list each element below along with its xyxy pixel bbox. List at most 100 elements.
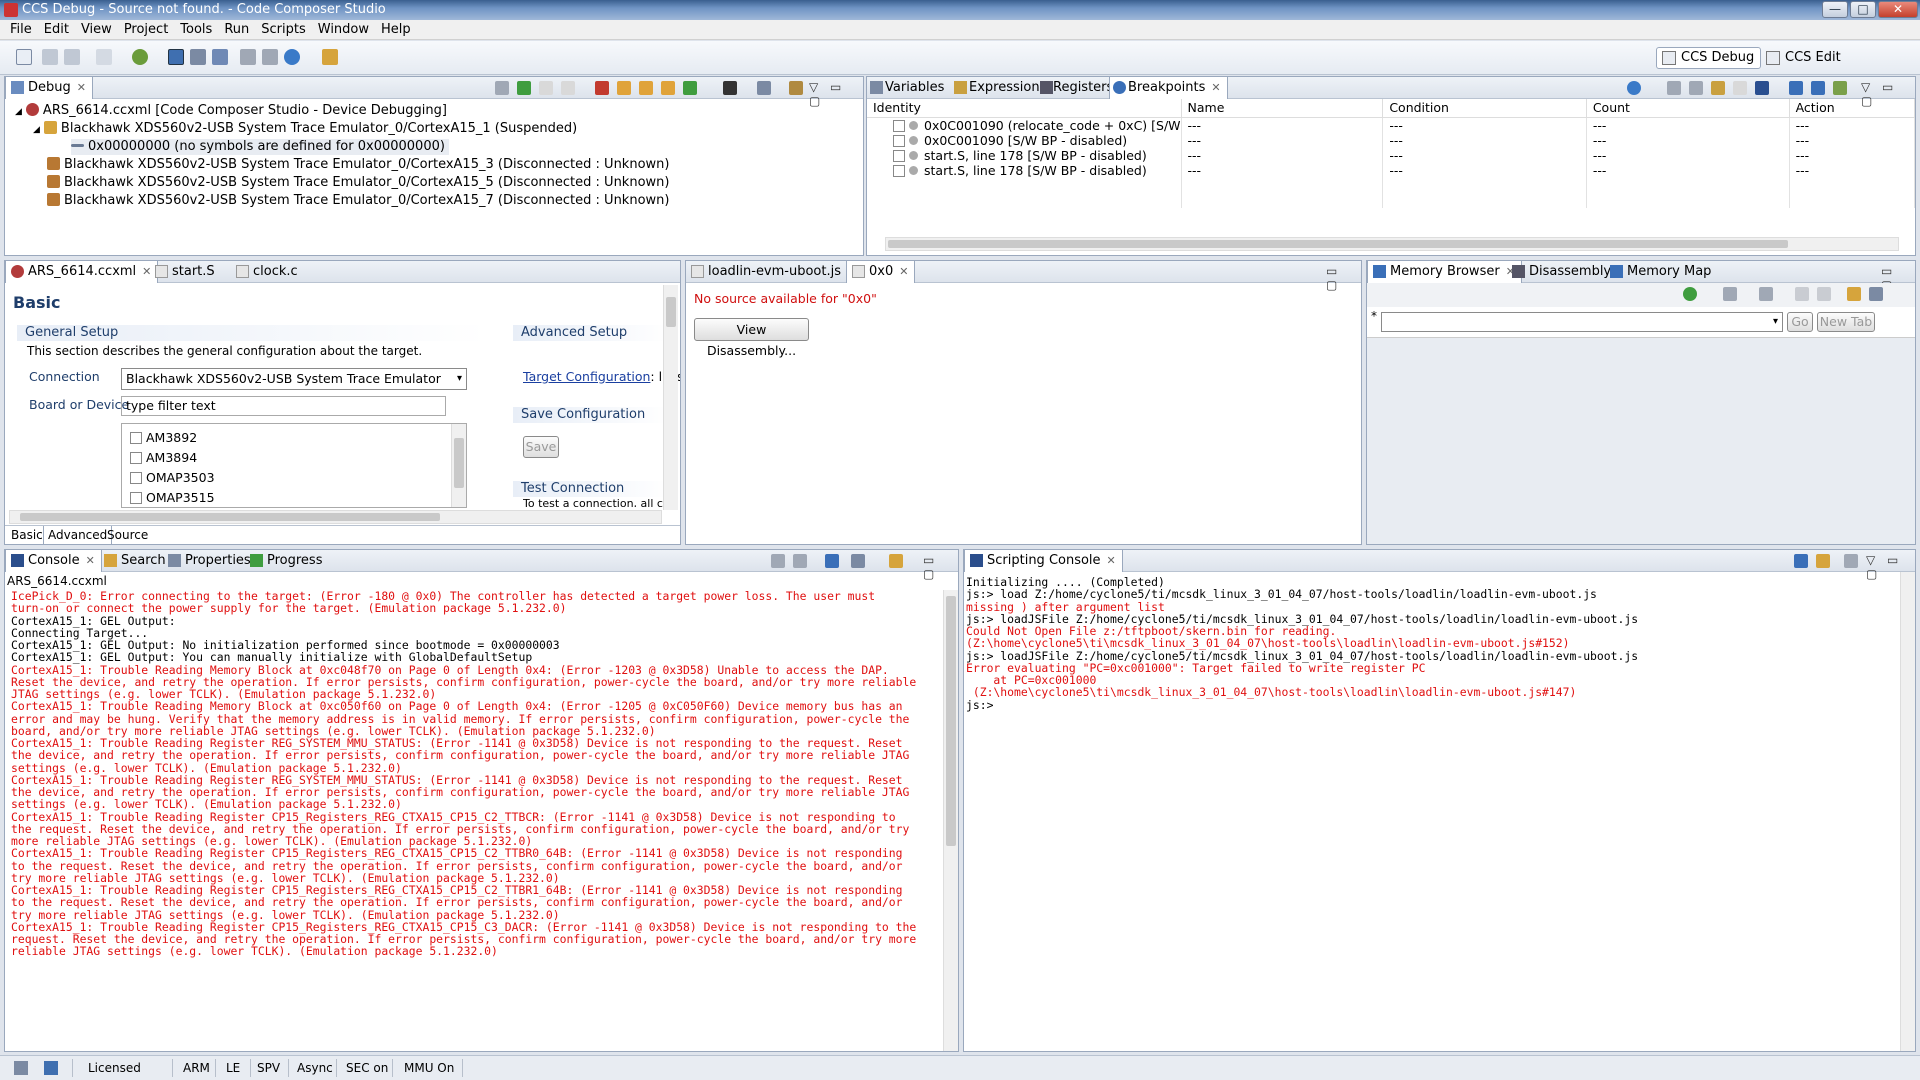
close-icon[interactable]: ✕: [77, 81, 86, 94]
close-icon[interactable]: ✕: [86, 554, 95, 567]
list-item[interactable]: AM3892: [130, 430, 197, 445]
load-program-icon[interactable]: [212, 49, 228, 65]
table-row[interactable]: 0x0C001090 (relocate_code + 0xC) [S/W --…: [867, 117, 1915, 133]
goto-file-icon[interactable]: [1733, 81, 1747, 95]
close-icon[interactable]: ✕: [1107, 554, 1116, 567]
tree-item-ccxml[interactable]: ◢ ARS_6614.ccxml [Code Composer Studio - …: [15, 103, 447, 120]
back-icon[interactable]: [1795, 287, 1809, 301]
refresh-memory-icon[interactable]: [1683, 287, 1697, 301]
collapse-all-icon[interactable]: [1811, 81, 1825, 95]
tab-source[interactable]: Source: [107, 528, 148, 542]
menu-project[interactable]: Project: [118, 22, 174, 37]
tab-console[interactable]: Console ✕: [5, 550, 102, 572]
new-breakpoint-icon[interactable]: [1627, 81, 1641, 95]
remove-breakpoint-icon[interactable]: [1667, 81, 1681, 95]
run-external-icon[interactable]: [284, 49, 300, 65]
list-item[interactable]: AM3894: [130, 450, 197, 465]
tab-basic[interactable]: Basic: [11, 528, 43, 542]
export-icon[interactable]: [1759, 287, 1773, 301]
menu-edit[interactable]: Edit: [38, 22, 75, 37]
step-return-icon[interactable]: [661, 81, 675, 95]
clear-console-icon[interactable]: [771, 554, 785, 568]
perspective-ccs-edit[interactable]: CCS Edit: [1760, 47, 1848, 69]
tree-item-cortexa15-1[interactable]: ◢ Blackhawk XDS560v2-USB System Trace Emu…: [33, 121, 577, 138]
go-button[interactable]: Go: [1787, 312, 1813, 332]
terminate-icon[interactable]: [561, 81, 575, 95]
step-into-icon[interactable]: [617, 81, 631, 95]
list-item[interactable]: OMAP3515: [130, 490, 215, 505]
connection-select[interactable]: Blackhawk XDS560v2-USB System Trace Emul…: [121, 368, 467, 390]
menu-tools[interactable]: Tools: [174, 22, 218, 37]
table-row[interactable]: start.S, line 178 [S/W BP - disabled) --…: [867, 162, 1915, 178]
col-name[interactable]: Name: [1181, 99, 1384, 118]
restart-icon[interactable]: [683, 81, 697, 95]
menu-window[interactable]: Window: [312, 22, 375, 37]
new-tab-icon[interactable]: [1847, 287, 1861, 301]
breakpoint-checkbox[interactable]: [893, 164, 905, 177]
breakpoint-icon[interactable]: [240, 49, 256, 65]
tab-search[interactable]: Search: [99, 550, 172, 572]
display-console-icon[interactable]: [851, 554, 865, 568]
save-all-icon[interactable]: [64, 49, 80, 65]
tree-item-cortexa15-7[interactable]: Blackhawk XDS560v2-USB System Trace Emul…: [47, 193, 669, 209]
debug-toggle-icon[interactable]: [168, 49, 184, 65]
col-action[interactable]: Action: [1789, 99, 1915, 118]
resume-icon[interactable]: [517, 81, 531, 95]
memory-address-input[interactable]: [1381, 312, 1783, 332]
tab-clock-c[interactable]: clock.c: [231, 261, 304, 283]
tab-ars-ccxml[interactable]: ARS_6614.ccxml ✕: [5, 261, 159, 283]
watchpoint-icon[interactable]: [262, 49, 278, 65]
minimize-button[interactable]: —: [1822, 1, 1848, 18]
save-icon[interactable]: [42, 49, 58, 65]
print-icon[interactable]: [96, 49, 112, 65]
menu-run[interactable]: Run: [218, 22, 255, 37]
link-icon[interactable]: [1833, 81, 1847, 95]
tab-0x0[interactable]: 0x0 ✕: [846, 261, 916, 283]
console-scrollbar[interactable]: [943, 590, 958, 1051]
breakpoint-checkbox[interactable]: [893, 119, 905, 132]
col-count[interactable]: Count: [1586, 99, 1790, 118]
table-row[interactable]: 0x0C001090 [S/W BP - disabled) --- --- ---…: [867, 132, 1915, 148]
import-icon[interactable]: [1723, 287, 1737, 301]
tab-breakpoints[interactable]: Breakpoints ✕: [1109, 77, 1228, 99]
tab-memory-map[interactable]: Memory Map: [1605, 261, 1717, 283]
reset-cpu-icon[interactable]: [723, 81, 737, 95]
tab-loadlin-js[interactable]: loadlin-evm-uboot.js: [686, 261, 847, 283]
tree-item-stackframe[interactable]: 0x00000000 (no symbols are defined for 0…: [71, 139, 449, 155]
breakpoint-checkbox[interactable]: [893, 149, 905, 162]
group-icon[interactable]: [789, 81, 803, 95]
pin-console-icon[interactable]: [825, 554, 839, 568]
menu-help[interactable]: Help: [375, 22, 417, 37]
disconnect-icon[interactable]: [595, 81, 609, 95]
close-window-button[interactable]: ✕: [1878, 1, 1918, 18]
menu-scripts[interactable]: Scripts: [255, 22, 311, 37]
suspend-icon[interactable]: [539, 81, 553, 95]
open-script-icon[interactable]: [1816, 554, 1830, 568]
perspective-ccs-debug[interactable]: CCS Debug: [1656, 47, 1762, 69]
col-identity[interactable]: Identity: [867, 99, 1182, 118]
device-filter-input[interactable]: type filter text: [121, 396, 446, 416]
clear-script-icon[interactable]: [1844, 554, 1858, 568]
menu-view[interactable]: View: [75, 22, 118, 37]
tab-variables[interactable]: Variables: [867, 77, 950, 99]
maximize-button[interactable]: □: [1850, 1, 1876, 18]
view-disassembly-button[interactable]: View Disassembly...: [694, 318, 809, 358]
tab-properties[interactable]: Properties: [163, 550, 257, 572]
tab-advanced[interactable]: Advanced: [43, 526, 113, 544]
pin-icon[interactable]: [1869, 287, 1883, 301]
bp-hscroll-thumb[interactable]: [888, 240, 1788, 248]
forward-icon[interactable]: [1817, 287, 1831, 301]
breakpoint-checkbox[interactable]: [893, 134, 905, 147]
step-over-icon[interactable]: [639, 81, 653, 95]
close-icon[interactable]: ✕: [899, 265, 908, 278]
view-minmax-icon[interactable]: ▭ ▢: [923, 553, 958, 581]
device-list-scrollbar[interactable]: [451, 424, 466, 507]
save-button[interactable]: Save: [523, 436, 559, 458]
refresh-icon[interactable]: [757, 81, 771, 95]
connect-icon[interactable]: [190, 49, 206, 65]
tab-memory-browser[interactable]: Memory Browser ✕: [1367, 261, 1522, 283]
open-console-icon[interactable]: [889, 554, 903, 568]
tab-disassembly[interactable]: Disassembly: [1507, 261, 1617, 283]
tab-progress[interactable]: Progress: [245, 550, 328, 572]
remove-all-icon[interactable]: [1689, 81, 1703, 95]
